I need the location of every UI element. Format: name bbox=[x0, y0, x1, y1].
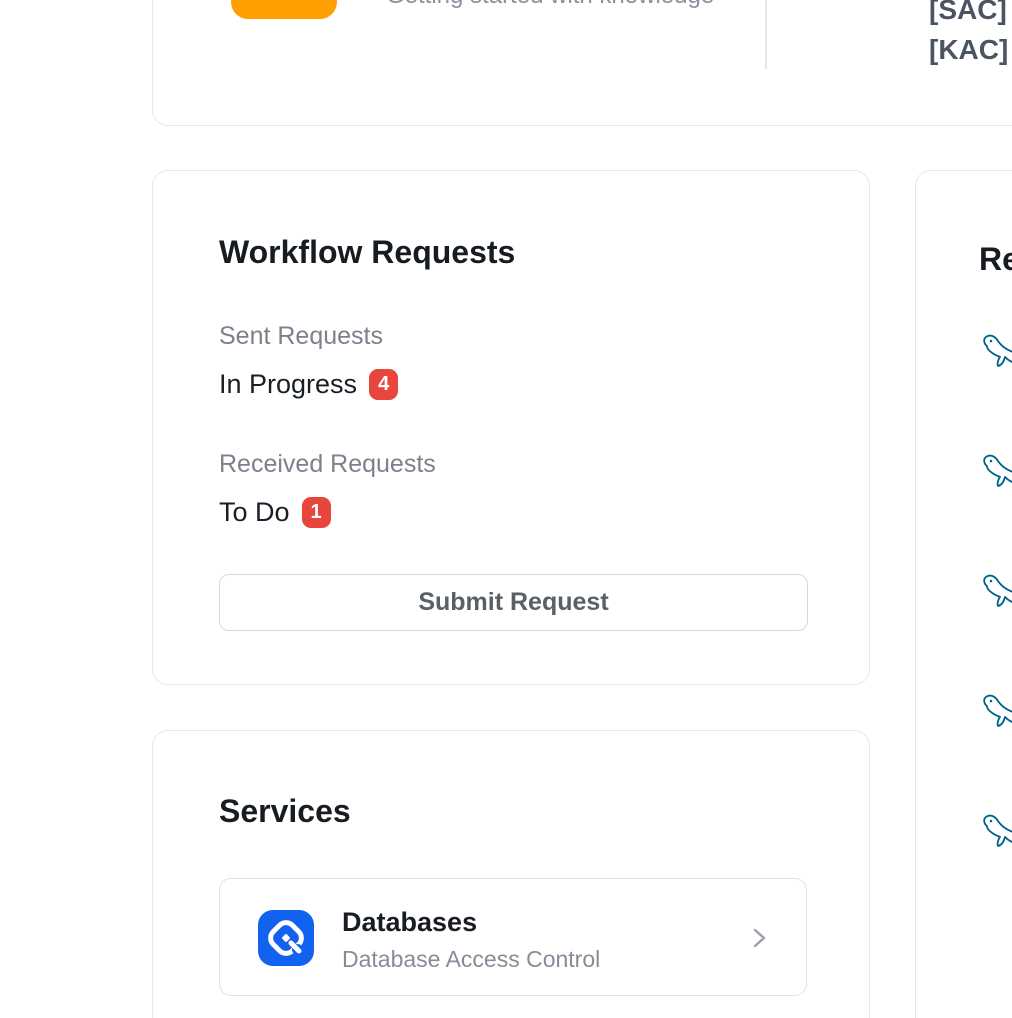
recent-database-row[interactable] bbox=[979, 333, 1012, 369]
getting-started-action-button[interactable] bbox=[231, 0, 337, 19]
in-progress-link[interactable]: In Progress 4 bbox=[219, 367, 398, 401]
recent-database-row[interactable] bbox=[979, 573, 1012, 609]
service-description: Database Access Control bbox=[342, 945, 600, 973]
dashboard-page: { "colors": { "accent_orange": "#FFA000"… bbox=[0, 0, 1012, 1018]
mysql-dolphin-icon bbox=[979, 333, 1012, 369]
services-title: Services bbox=[219, 793, 351, 829]
workflow-requests-title: Workflow Requests bbox=[219, 234, 515, 270]
todo-count-badge: 1 bbox=[302, 497, 331, 528]
vertical-divider bbox=[765, 0, 767, 69]
recent-database-row[interactable] bbox=[979, 693, 1012, 729]
service-item-databases[interactable]: Databases Database Access Control bbox=[219, 878, 807, 996]
doc-link-sac[interactable]: [SAC] bbox=[929, 0, 1007, 24]
recent-databases-card: Recent Databases bbox=[915, 170, 1012, 1018]
in-progress-count-badge: 4 bbox=[369, 369, 398, 400]
mysql-dolphin-icon bbox=[979, 693, 1012, 729]
getting-started-card: Getting started with knowledge [SAC] [KA… bbox=[152, 0, 1012, 126]
recent-databases-title: Recent Databases bbox=[979, 241, 1012, 277]
received-requests-label: Received Requests bbox=[219, 449, 436, 479]
services-card: Services Databases Database Access Contr… bbox=[152, 730, 870, 1018]
service-name: Databases bbox=[342, 905, 477, 939]
mysql-dolphin-icon bbox=[979, 453, 1012, 489]
doc-link-kac[interactable]: [KAC] bbox=[929, 36, 1008, 64]
todo-link[interactable]: To Do 1 bbox=[219, 495, 331, 529]
recent-database-row[interactable] bbox=[979, 453, 1012, 489]
in-progress-label: In Progress bbox=[219, 367, 357, 401]
workflow-requests-card: Workflow Requests Sent Requests In Progr… bbox=[152, 170, 870, 685]
recent-database-row[interactable] bbox=[979, 813, 1012, 849]
mysql-dolphin-icon bbox=[979, 573, 1012, 609]
submit-request-button[interactable]: Submit Request bbox=[219, 574, 808, 631]
database-access-control-app-icon bbox=[258, 910, 314, 966]
mysql-dolphin-icon bbox=[979, 813, 1012, 849]
todo-label: To Do bbox=[219, 495, 290, 529]
chevron-right-icon bbox=[747, 926, 771, 950]
truncated-description-text: Getting started with knowledge bbox=[386, 0, 714, 11]
sent-requests-label: Sent Requests bbox=[219, 321, 383, 351]
